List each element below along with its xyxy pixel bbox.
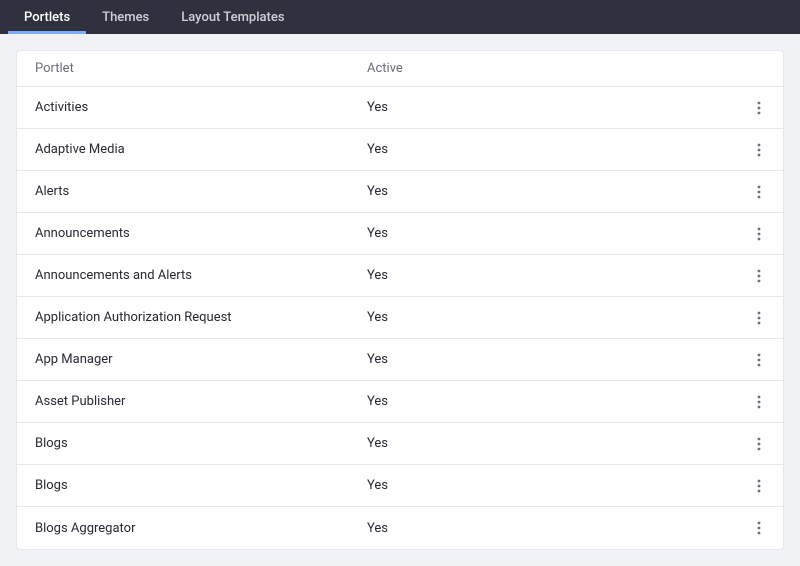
row-actions	[735, 264, 783, 288]
portlet-name: Activities	[17, 100, 367, 115]
portlet-active: Yes	[367, 100, 735, 115]
header-portlet: Portlet	[17, 61, 367, 76]
row-actions	[735, 516, 783, 540]
portlet-active: Yes	[367, 184, 735, 199]
portlet-active: Yes	[367, 478, 735, 493]
row-actions	[735, 96, 783, 120]
portlet-name: Asset Publisher	[17, 394, 367, 409]
kebab-icon[interactable]	[747, 306, 771, 330]
portlet-active: Yes	[367, 226, 735, 241]
row-actions	[735, 348, 783, 372]
portlet-name: Announcements and Alerts	[17, 268, 367, 283]
portlet-table: Portlet Active ActivitiesYesAdaptive Med…	[16, 50, 784, 550]
portlet-active: Yes	[367, 436, 735, 451]
portlet-name: Blogs	[17, 478, 367, 493]
table-row[interactable]: BlogsYes	[17, 423, 783, 465]
table-row[interactable]: AnnouncementsYes	[17, 213, 783, 255]
row-actions	[735, 474, 783, 498]
kebab-icon[interactable]	[747, 222, 771, 246]
table-header-row: Portlet Active	[17, 51, 783, 87]
portlet-name: Blogs Aggregator	[17, 521, 367, 536]
portlet-name: Application Authorization Request	[17, 310, 367, 325]
table-row[interactable]: Adaptive MediaYes	[17, 129, 783, 171]
portlet-name: Adaptive Media	[17, 142, 367, 157]
nav-tab-themes[interactable]: Themes	[86, 0, 165, 34]
top-navbar: PortletsThemesLayout Templates	[0, 0, 800, 34]
table-row[interactable]: Announcements and AlertsYes	[17, 255, 783, 297]
kebab-icon[interactable]	[747, 96, 771, 120]
table-row[interactable]: App ManagerYes	[17, 339, 783, 381]
table-row[interactable]: Application Authorization RequestYes	[17, 297, 783, 339]
portlet-name: App Manager	[17, 352, 367, 367]
table-row[interactable]: BlogsYes	[17, 465, 783, 507]
table-row[interactable]: Blogs AggregatorYes	[17, 507, 783, 549]
portlet-active: Yes	[367, 521, 735, 536]
row-actions	[735, 180, 783, 204]
portlet-active: Yes	[367, 310, 735, 325]
row-actions	[735, 390, 783, 414]
kebab-icon[interactable]	[747, 348, 771, 372]
row-actions	[735, 138, 783, 162]
portlet-active: Yes	[367, 268, 735, 283]
portlet-name: Announcements	[17, 226, 367, 241]
portlet-name: Alerts	[17, 184, 367, 199]
portlet-active: Yes	[367, 394, 735, 409]
kebab-icon[interactable]	[747, 180, 771, 204]
table-row[interactable]: AlertsYes	[17, 171, 783, 213]
row-actions	[735, 222, 783, 246]
kebab-icon[interactable]	[747, 138, 771, 162]
row-actions	[735, 306, 783, 330]
content-area: Portlet Active ActivitiesYesAdaptive Med…	[0, 34, 800, 566]
portlet-active: Yes	[367, 142, 735, 157]
table-row[interactable]: Asset PublisherYes	[17, 381, 783, 423]
header-active: Active	[367, 61, 735, 76]
portlet-name: Blogs	[17, 436, 367, 451]
kebab-icon[interactable]	[747, 474, 771, 498]
row-actions	[735, 432, 783, 456]
kebab-icon[interactable]	[747, 432, 771, 456]
kebab-icon[interactable]	[747, 390, 771, 414]
kebab-icon[interactable]	[747, 516, 771, 540]
portlet-active: Yes	[367, 352, 735, 367]
nav-tab-layout-templates[interactable]: Layout Templates	[165, 0, 300, 34]
nav-tab-portlets[interactable]: Portlets	[8, 0, 86, 34]
table-row[interactable]: ActivitiesYes	[17, 87, 783, 129]
kebab-icon[interactable]	[747, 264, 771, 288]
